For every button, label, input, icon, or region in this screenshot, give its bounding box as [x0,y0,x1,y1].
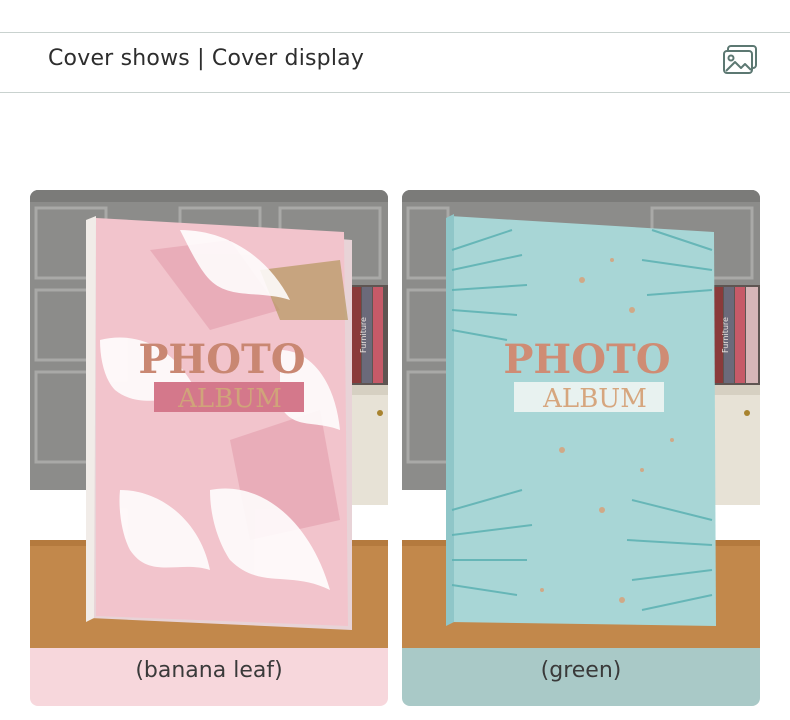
product-card-banana-leaf[interactable]: Furniture PHOTO ALBUM (banana leaf) [30,190,388,706]
album-cover-title-photo: PHOTO [138,336,305,383]
image-gallery-icon [723,45,757,74]
header-line-top [0,32,790,33]
section-title: Cover shows | Cover display [48,46,365,71]
product-caption: (banana leaf) [135,658,283,683]
product-caption: (green) [540,658,622,683]
book-spine-text: Furniture [359,317,368,353]
product-card-green[interactable]: Furniture PHOTO ALBUM (green) [402,190,760,706]
banana-leaf-album-photo: Furniture PHOTO ALBUM [30,190,388,648]
album-cover-title-album: ALBUM [542,384,647,414]
album-cover-title-album: ALBUM [177,384,282,414]
green-album-photo: Furniture PHOTO ALBUM [402,190,760,648]
header-line-bottom [0,92,790,93]
book-spine-text: Furniture [721,317,730,353]
album-cover-title-photo: PHOTO [503,336,670,383]
